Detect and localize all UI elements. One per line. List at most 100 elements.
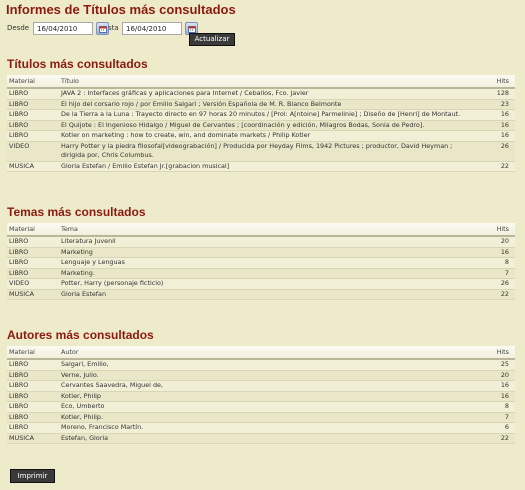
print-button[interactable]: Imprimir (10, 469, 55, 483)
material-cell: LIBRO (7, 109, 59, 121)
hits-cell: 7 (475, 268, 515, 279)
title-cell[interactable]: JAVA 2 : Interfaces gráficas y aplicacio… (59, 88, 475, 100)
hits-cell: 20 (475, 370, 515, 381)
hits-cell: 16 (475, 391, 515, 402)
hits-cell: 22 (475, 433, 515, 444)
material-cell: MUSICA (7, 433, 59, 444)
column-header-title[interactable]: Título (59, 75, 475, 89)
column-header-author[interactable]: Autor (59, 346, 475, 360)
author-cell[interactable]: Salgari, Emilio, (59, 359, 475, 371)
title-cell[interactable]: El Quijote : El Ingenioso Hidalgo / Migu… (59, 120, 475, 131)
table-row[interactable]: LIBRO JAVA 2 : Interfaces gráficas y apl… (7, 88, 515, 100)
material-cell: LIBRO (7, 422, 59, 434)
column-header-theme[interactable]: Tema (59, 223, 475, 237)
table-row[interactable]: LIBRO Marketing 16 (7, 247, 515, 258)
material-cell: MUSICA (7, 289, 59, 300)
table-row[interactable]: LIBRO Lenguaje y Lenguas 8 (7, 257, 515, 269)
hits-cell: 22 (475, 161, 515, 172)
theme-cell[interactable]: Literatura Juvenil (59, 236, 475, 248)
table-row[interactable]: VIDEO Potter, Harry (personaje ficticio)… (7, 278, 515, 290)
author-cell[interactable]: Estefan, Gloria (59, 433, 475, 444)
material-cell: LIBRO (7, 370, 59, 381)
themes-heading: Temas más consultados (7, 205, 146, 219)
material-cell: LIBRO (7, 268, 59, 279)
title-cell[interactable]: Gloria Estefan / Emilio Estefan Jr.[grab… (59, 161, 475, 172)
theme-cell[interactable]: Marketing (59, 247, 475, 258)
column-header-hits[interactable]: Hits (475, 75, 515, 89)
material-cell: LIBRO (7, 401, 59, 413)
table-row[interactable]: LIBRO Cervantes Saavedra, Miguel de, 16 (7, 380, 515, 392)
column-header-material[interactable]: Material (7, 223, 59, 237)
material-cell: VIDEO (7, 278, 59, 290)
calendar-icon (188, 26, 196, 33)
material-cell: LIBRO (7, 359, 59, 371)
hits-cell: 16 (475, 120, 515, 131)
table-row[interactable]: LIBRO Kotler on marketing : how to creat… (7, 130, 515, 142)
material-cell: MUSICA (7, 161, 59, 172)
material-cell: LIBRO (7, 99, 59, 110)
material-cell: LIBRO (7, 380, 59, 392)
author-cell[interactable]: Kotler, Philip (59, 391, 475, 402)
material-cell: LIBRO (7, 130, 59, 142)
table-row[interactable]: LIBRO Kotler, Philip 16 (7, 391, 515, 402)
hits-cell: 6 (475, 422, 515, 434)
author-cell[interactable]: Cervantes Saavedra, Miguel de, (59, 380, 475, 392)
themes-table: Material Tema Hits LIBRO Literatura Juve… (7, 223, 515, 300)
material-cell: LIBRO (7, 236, 59, 248)
table-row[interactable]: MUSICA Estefan, Gloria 22 (7, 433, 515, 444)
table-row[interactable]: MUSICA Gloria Estefan 22 (7, 289, 515, 300)
to-date-input[interactable] (122, 22, 182, 35)
from-date-input[interactable] (33, 22, 93, 35)
table-row[interactable]: LIBRO Moreno, Francisco Martín. 6 (7, 422, 515, 434)
hits-cell: 16 (475, 109, 515, 121)
titles-table: Material Título Hits LIBRO JAVA 2 : Inte… (7, 75, 515, 172)
hits-cell: 26 (475, 278, 515, 290)
material-cell: VIDEO (7, 141, 59, 162)
table-row[interactable]: LIBRO De la Tierra a la Luna : Trayecto … (7, 109, 515, 121)
hits-cell: 26 (475, 141, 515, 162)
hits-cell: 25 (475, 359, 515, 371)
material-cell: LIBRO (7, 120, 59, 131)
theme-cell[interactable]: Potter, Harry (personaje ficticio) (59, 278, 475, 290)
table-row[interactable]: MUSICA Gloria Estefan / Emilio Estefan J… (7, 161, 515, 172)
hits-cell: 16 (475, 247, 515, 258)
material-cell: LIBRO (7, 88, 59, 100)
table-row[interactable]: LIBRO El hijo del corsario rojo / por Em… (7, 99, 515, 110)
material-cell: LIBRO (7, 247, 59, 258)
title-cell[interactable]: Harry Potter y la piedra filosofal[video… (59, 141, 475, 162)
hits-cell: 8 (475, 401, 515, 413)
page-title: Informes de Títulos más consultados (6, 2, 236, 17)
author-cell[interactable]: Kotler, Philip. (59, 412, 475, 423)
title-cell[interactable]: Kotler on marketing : how to create, win… (59, 130, 475, 142)
table-row[interactable]: LIBRO Kotler, Philip. 7 (7, 412, 515, 423)
author-cell[interactable]: Eco, Umberto (59, 401, 475, 413)
hits-cell: 16 (475, 380, 515, 392)
hits-cell: 23 (475, 99, 515, 110)
authors-heading: Autores más consultados (7, 328, 154, 342)
author-cell[interactable]: Moreno, Francisco Martín. (59, 422, 475, 434)
authors-table: Material Autor Hits LIBRO Salgari, Emili… (7, 346, 515, 444)
table-row[interactable]: LIBRO Salgari, Emilio, 25 (7, 359, 515, 371)
column-header-material[interactable]: Material (7, 346, 59, 360)
title-cell[interactable]: El hijo del corsario rojo / por Emilio S… (59, 99, 475, 110)
table-row[interactable]: LIBRO El Quijote : El Ingenioso Hidalgo … (7, 120, 515, 131)
theme-cell[interactable]: Lenguaje y Lenguas (59, 257, 475, 269)
titles-heading: Títulos más consultados (7, 57, 148, 71)
table-row[interactable]: LIBRO Marketing. 7 (7, 268, 515, 279)
column-header-hits[interactable]: Hits (475, 346, 515, 360)
update-button[interactable]: Actualizar (189, 33, 235, 46)
hits-cell: 128 (475, 88, 515, 100)
theme-cell[interactable]: Gloria Estefan (59, 289, 475, 300)
table-row[interactable]: LIBRO Eco, Umberto 8 (7, 401, 515, 413)
table-row[interactable]: VIDEO Harry Potter y la piedra filosofal… (7, 141, 515, 162)
title-cell[interactable]: De la Tierra a la Luna : Trayecto direct… (59, 109, 475, 121)
to-label: sta (108, 24, 119, 32)
table-row[interactable]: LIBRO Verne, Julio. 20 (7, 370, 515, 381)
column-header-material[interactable]: Material (7, 75, 59, 89)
author-cell[interactable]: Verne, Julio. (59, 370, 475, 381)
hits-cell: 20 (475, 236, 515, 248)
theme-cell[interactable]: Marketing. (59, 268, 475, 279)
hits-cell: 16 (475, 130, 515, 142)
column-header-hits[interactable]: Hits (475, 223, 515, 237)
table-row[interactable]: LIBRO Literatura Juvenil 20 (7, 236, 515, 248)
